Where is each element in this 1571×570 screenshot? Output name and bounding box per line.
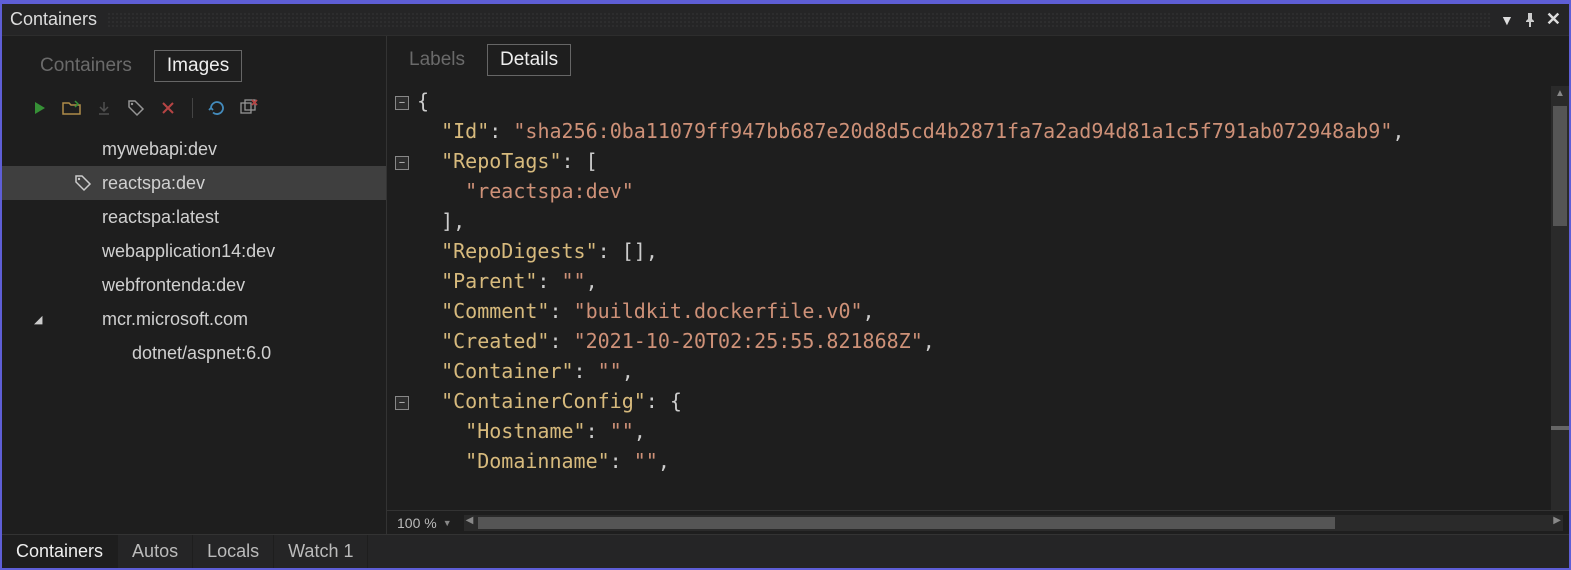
tab-containers[interactable]: Containers: [28, 51, 144, 81]
tree-item[interactable]: webfrontenda:dev: [2, 268, 386, 302]
scrollbar-thumb[interactable]: [1553, 106, 1567, 226]
bottom-tabs: Containers Autos Locals Watch 1: [2, 534, 1569, 568]
horizontal-scrollbar[interactable]: [464, 515, 1563, 531]
left-tabs: Containers Images: [2, 42, 386, 92]
delete-icon[interactable]: [156, 96, 180, 120]
tree-item-label: reactspa:latest: [102, 207, 219, 228]
json-content[interactable]: { "Id": "sha256:0ba11079ff947bb687e20d8d…: [417, 86, 1551, 510]
right-panel: Labels Details − − − { "Id": "sha256:0ba…: [387, 36, 1569, 534]
titlebar-grip[interactable]: [107, 12, 1490, 28]
pin-icon[interactable]: [1524, 13, 1536, 27]
refresh-icon[interactable]: [205, 96, 229, 120]
fold-toggle[interactable]: −: [395, 96, 409, 110]
prune-icon[interactable]: [237, 96, 261, 120]
tree-item[interactable]: mywebapi:dev: [2, 132, 386, 166]
json-editor: − − − { "Id": "sha256:0ba11079ff947bb687…: [387, 86, 1569, 510]
close-icon[interactable]: ✕: [1546, 9, 1561, 30]
tree-item-label: mywebapi:dev: [102, 139, 217, 160]
fold-gutter: − − −: [387, 86, 417, 510]
image-tree: mywebapi:dev reactspa:dev reactspa:lates…: [2, 130, 386, 534]
zoom-dropdown-icon[interactable]: ▼: [443, 518, 458, 528]
zoom-level[interactable]: 100 %: [391, 515, 443, 531]
containers-tool-window: Containers ▼ ✕ Containers Images: [0, 0, 1571, 570]
left-panel: Containers Images: [2, 36, 387, 534]
scrollbar-thumb[interactable]: [478, 517, 1336, 529]
tree-item[interactable]: webapplication14:dev: [2, 234, 386, 268]
open-folder-icon[interactable]: [60, 96, 84, 120]
tree-item-label: reactspa:dev: [102, 173, 205, 194]
editor-status: 100 % ▼: [387, 510, 1569, 534]
tree-item-label: webapplication14:dev: [102, 241, 275, 262]
tab-images[interactable]: Images: [154, 50, 242, 82]
run-icon[interactable]: [28, 96, 52, 120]
btab-watch1[interactable]: Watch 1: [274, 535, 368, 568]
tag-icon: [74, 174, 92, 192]
toolbar-separator: [192, 98, 193, 118]
tree-item[interactable]: reactspa:dev: [2, 166, 386, 200]
btab-locals[interactable]: Locals: [193, 535, 274, 568]
btab-autos[interactable]: Autos: [118, 535, 193, 568]
tab-labels[interactable]: Labels: [397, 45, 477, 75]
fold-toggle[interactable]: −: [395, 156, 409, 170]
vertical-scrollbar[interactable]: ▲: [1551, 86, 1569, 510]
tree-item[interactable]: dotnet/aspnet:6.0: [2, 336, 386, 370]
tree-item[interactable]: reactspa:latest: [2, 200, 386, 234]
tab-details[interactable]: Details: [487, 44, 571, 76]
btab-containers[interactable]: Containers: [2, 535, 118, 568]
tag-icon[interactable]: [124, 96, 148, 120]
fold-toggle[interactable]: −: [395, 396, 409, 410]
tree-item[interactable]: ◢ mcr.microsoft.com: [2, 302, 386, 336]
window-controls: ▼ ✕: [1500, 9, 1561, 30]
expand-icon[interactable]: ◢: [34, 313, 42, 326]
tree-item-label: mcr.microsoft.com: [102, 309, 248, 330]
toolbar: [2, 92, 386, 130]
tree-item-label: dotnet/aspnet:6.0: [132, 343, 271, 364]
scrollbar-mark: [1551, 426, 1569, 430]
tree-item-label: webfrontenda:dev: [102, 275, 245, 296]
right-tabs: Labels Details: [387, 36, 1569, 86]
window-dropdown-icon[interactable]: ▼: [1500, 12, 1514, 28]
titlebar: Containers ▼ ✕: [2, 4, 1569, 36]
window-title: Containers: [10, 9, 97, 30]
download-icon[interactable]: [92, 96, 116, 120]
